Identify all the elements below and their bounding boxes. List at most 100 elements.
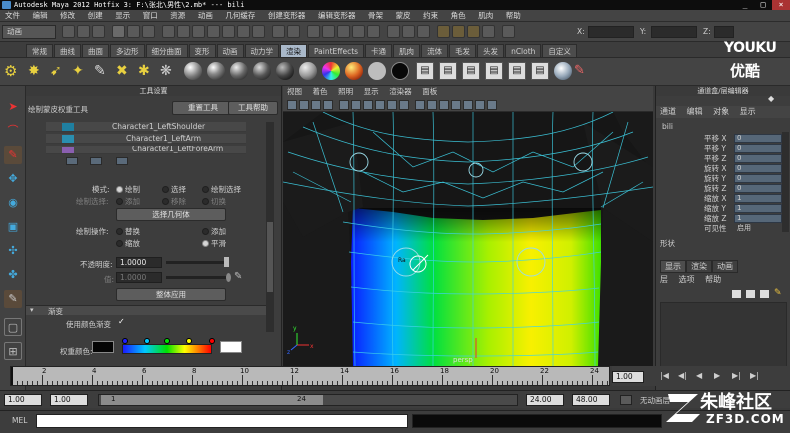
channel-value-field[interactable]: 1: [734, 194, 782, 203]
select-curve-icon[interactable]: [192, 25, 205, 38]
spot-light-icon[interactable]: ✎: [94, 62, 112, 80]
render-current-icon[interactable]: [452, 25, 465, 38]
viewport-menu-renderer[interactable]: 渲染器: [385, 86, 416, 98]
start-time-field[interactable]: 1.00: [4, 394, 42, 406]
layout-four-icon[interactable]: ⊞: [4, 342, 22, 360]
range-slider-handle[interactable]: [101, 395, 323, 405]
opacity-slider[interactable]: [166, 261, 228, 264]
render-globals-icon[interactable]: ▤: [531, 62, 549, 80]
layer-tab-render[interactable]: 渲染: [686, 260, 712, 273]
play-forwards-icon[interactable]: ▶: [714, 371, 720, 380]
channel-menu-edit[interactable]: 编辑: [683, 107, 707, 116]
select-joint-icon[interactable]: [177, 25, 190, 38]
close-button[interactable]: ×: [772, 0, 790, 10]
ramp-key-marker[interactable]: [164, 338, 170, 344]
shelf-tab-muscle[interactable]: 肌肉: [393, 44, 421, 57]
snap-curve-icon[interactable]: [322, 25, 335, 38]
flood-button[interactable]: 整体应用: [116, 288, 226, 301]
anim-prefs-icon[interactable]: [620, 395, 632, 405]
ramp-key-marker[interactable]: [144, 338, 150, 344]
op-scale-radio[interactable]: 缩放: [116, 238, 140, 249]
resolution-gate-icon[interactable]: [363, 100, 373, 110]
current-frame-field[interactable]: 1.00: [612, 371, 644, 383]
minimize-button[interactable]: _: [736, 0, 754, 10]
shelf-tab-general[interactable]: 常规: [26, 44, 53, 57]
menu-edit[interactable]: 编辑: [28, 10, 53, 21]
ipr-render-shelf-icon[interactable]: ▤: [439, 62, 457, 80]
shading-map-icon[interactable]: [391, 62, 409, 80]
shelf-tab-hair[interactable]: 头发: [477, 44, 505, 57]
soft-mod-tool-icon[interactable]: ✤: [4, 266, 22, 284]
lock-selection-icon[interactable]: [272, 25, 285, 38]
select-component-icon[interactable]: [142, 25, 155, 38]
safe-action-icon[interactable]: [399, 100, 409, 110]
layer-menu-help[interactable]: 帮助: [701, 275, 725, 284]
reset-tool-button[interactable]: 重置工具: [172, 101, 234, 115]
paint-brush-shelf-icon[interactable]: ✎: [574, 62, 592, 80]
channel-value-field[interactable]: 0: [734, 184, 782, 193]
wireframe-on-shaded-icon[interactable]: [439, 100, 449, 110]
layer-tab-anim[interactable]: 动画: [712, 260, 738, 273]
ramp-key-marker[interactable]: [209, 338, 215, 344]
influence-item[interactable]: Character1_LeftForeArm: [46, 146, 246, 154]
end-time-field[interactable]: 48.00: [572, 394, 610, 406]
sort-influences-icon[interactable]: [66, 157, 78, 165]
value-field[interactable]: 1.0000: [116, 272, 162, 283]
ramp-white-swatch[interactable]: [220, 341, 242, 353]
weight-color-ramp[interactable]: [122, 344, 212, 354]
new-layer-icon[interactable]: [732, 290, 741, 298]
select-geometry-button[interactable]: 选择几何体: [116, 208, 226, 221]
channel-menu-channels[interactable]: 通道: [656, 107, 680, 116]
shelf-tab-fur[interactable]: 毛发: [449, 44, 477, 57]
lambert-shader-icon[interactable]: [184, 62, 202, 80]
surface-shader-icon[interactable]: [345, 62, 363, 80]
wireframe-icon[interactable]: [415, 100, 425, 110]
use-background-icon[interactable]: [368, 62, 386, 80]
menu-muscle[interactable]: 肌肉: [473, 10, 498, 21]
menu-modify[interactable]: 修改: [55, 10, 80, 21]
manipulator-tool-icon[interactable]: ✣: [4, 242, 22, 260]
batch-render-icon[interactable]: ▤: [508, 62, 526, 80]
go-to-end-icon[interactable]: ▶|: [750, 371, 759, 380]
lasso-tool-icon[interactable]: ⌒: [4, 122, 22, 140]
channel-value-field[interactable]: 1: [734, 204, 782, 213]
select-surface-icon[interactable]: [207, 25, 220, 38]
channel-value-field[interactable]: 启用: [734, 224, 782, 233]
shelf-tab-painteffects[interactable]: PaintEffects: [308, 44, 365, 57]
blinn-shader-icon[interactable]: [207, 62, 225, 80]
layer-tab-display[interactable]: 显示: [660, 260, 686, 273]
time-slider[interactable]: 2 4 6 8 10 12 14 16 18 20 22 24: [10, 366, 613, 386]
phonge-shader-icon[interactable]: [253, 62, 271, 80]
mel-label[interactable]: MEL: [12, 416, 27, 425]
shadows-icon[interactable]: [487, 100, 497, 110]
render-settings-shelf-icon[interactable]: ▤: [485, 62, 503, 80]
ipr-render-icon[interactable]: [467, 25, 480, 38]
textured-icon[interactable]: [463, 100, 473, 110]
opacity-field[interactable]: 1.0000: [116, 257, 162, 268]
point-light-icon[interactable]: ✦: [72, 62, 90, 80]
gate-mask-icon[interactable]: [375, 100, 385, 110]
menu-help[interactable]: 帮助: [501, 10, 526, 21]
shelf-tab-ncloth[interactable]: nCloth: [505, 44, 542, 57]
viewport-menu-panels[interactable]: 面板: [418, 86, 441, 98]
playback-end-field[interactable]: 24.00: [526, 394, 564, 406]
paint-select-toggle-radio[interactable]: 切换: [202, 196, 226, 207]
command-input[interactable]: [36, 414, 408, 428]
select-hierarchy-icon[interactable]: [112, 25, 125, 38]
use-all-lights-icon[interactable]: [475, 100, 485, 110]
channel-menu-object[interactable]: 对象: [709, 107, 733, 116]
xray-icon[interactable]: [451, 100, 461, 110]
influence-item[interactable]: Character1_LeftShoulder: [46, 122, 246, 132]
shelf-gear-icon[interactable]: ⚙: [4, 62, 22, 80]
input-field-mode-icon[interactable]: [502, 25, 515, 38]
make-live-icon[interactable]: [367, 25, 380, 38]
menu-display[interactable]: 显示: [110, 10, 135, 21]
menu-create-deformers[interactable]: 创建变形器: [263, 10, 311, 21]
menu-skeleton[interactable]: 骨架: [363, 10, 388, 21]
menu-geometry-cache[interactable]: 几何缓存: [220, 10, 260, 21]
step-forward-key-icon[interactable]: ▶|: [732, 371, 741, 380]
x-coord-field[interactable]: [588, 26, 634, 38]
scale-tool-icon[interactable]: ▣: [4, 218, 22, 236]
menu-character[interactable]: 角色: [446, 10, 471, 21]
grid-toggle-icon[interactable]: [339, 100, 349, 110]
